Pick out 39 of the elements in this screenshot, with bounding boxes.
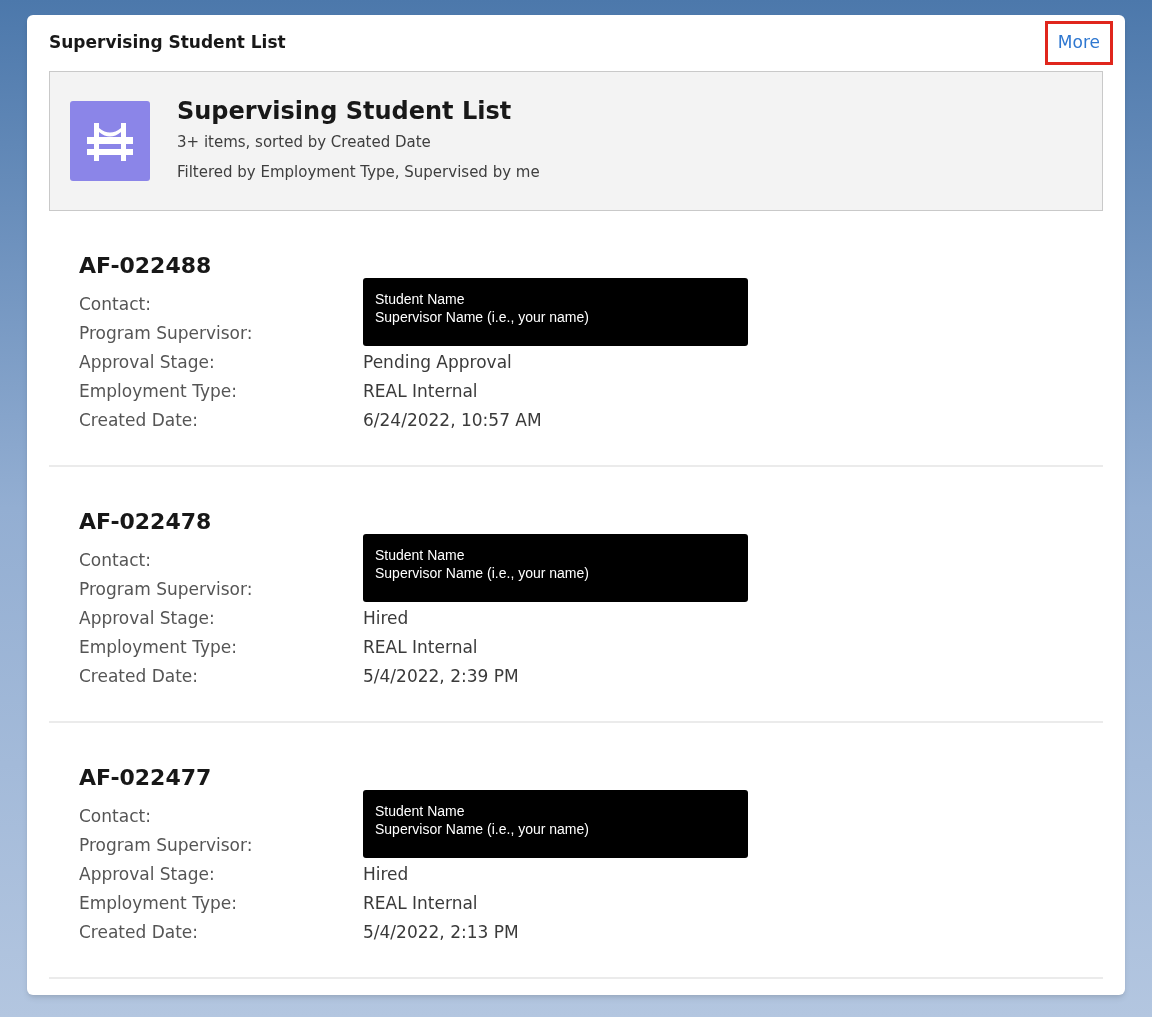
record-title[interactable]: AF-022488: [49, 251, 1103, 281]
redaction-note: Student Name: [375, 546, 466, 564]
field-value: 5/4/2022, 2:39 PM: [363, 664, 519, 688]
field-value: REAL Internal: [363, 635, 478, 659]
field-label: Created Date:: [78, 920, 200, 944]
record-title[interactable]: AF-022477: [49, 763, 1103, 793]
field-value: Hired: [363, 606, 409, 630]
card-title: Supervising Student List: [49, 31, 286, 55]
field-label: Contact:: [78, 804, 152, 828]
field-label: Employment Type:: [78, 635, 238, 659]
field-label: Program Supervisor:: [78, 833, 254, 857]
field-value: 5/4/2022, 2:13 PM: [363, 920, 519, 944]
field-value: Pending Approval: [363, 350, 512, 374]
field-label: Program Supervisor:: [78, 577, 254, 601]
redaction-note: Student Name: [375, 802, 466, 820]
bridge-icon: [70, 101, 150, 181]
redaction-note: Supervisor Name (i.e., your name): [375, 308, 590, 326]
field-label: Employment Type:: [78, 379, 238, 403]
field-value: REAL Internal: [363, 891, 478, 915]
field-label: Created Date:: [78, 408, 200, 432]
redaction-note: Supervisor Name (i.e., your name): [375, 820, 590, 838]
redaction-note: Student Name: [375, 290, 466, 308]
field-value: Hired: [363, 862, 409, 886]
field-value: 6/24/2022, 10:57 AM: [363, 408, 542, 432]
field-label: Employment Type:: [78, 891, 238, 915]
field-label: Program Supervisor:: [78, 321, 254, 345]
list-summary: 3+ items, sorted by Created Date: [177, 132, 432, 153]
list-filters: Filtered by Employment Type, Supervised by me: [177, 162, 540, 183]
field-label: Created Date:: [78, 664, 200, 688]
redaction-note: Supervisor Name (i.e., your name): [375, 564, 590, 582]
field-label: Approval Stage:: [78, 862, 216, 886]
field-label: Contact:: [78, 292, 152, 316]
record-title[interactable]: AF-022478: [49, 507, 1103, 537]
field-value: REAL Internal: [363, 379, 478, 403]
more-link[interactable]: More: [1044, 21, 1113, 65]
list-title: Supervising Student List: [177, 96, 513, 127]
field-label: Approval Stage:: [78, 350, 216, 374]
field-label: Contact:: [78, 548, 152, 572]
field-label: Approval Stage:: [78, 606, 216, 630]
